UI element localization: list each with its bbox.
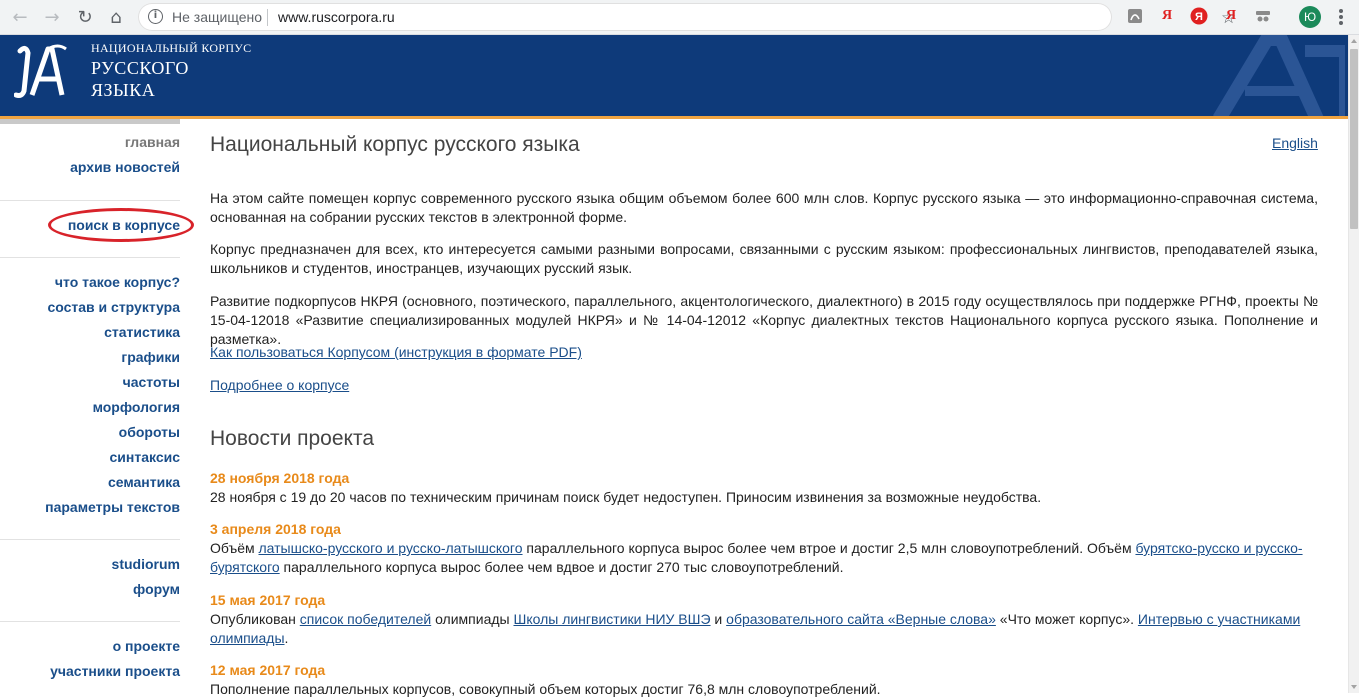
url-text[interactable]: www.ruscorpora.ru — [278, 9, 395, 25]
divider — [267, 9, 268, 26]
nav-phrases[interactable]: обороты — [119, 424, 180, 440]
nav-semantics[interactable]: семантика — [108, 474, 180, 490]
news-date: 15 мая 2017 года — [210, 592, 326, 608]
vernye-slova-link[interactable]: образовательного сайта «Верные слова» — [726, 611, 996, 627]
news-text-span: параллельного корпуса вырос более чем вт… — [522, 540, 1136, 556]
nav-syntax[interactable]: синтаксис — [110, 449, 181, 465]
logo-line-2: РУССКОГО — [91, 58, 189, 78]
page-title: Национальный корпус русского языка — [210, 133, 580, 156]
sidebar-divider — [0, 257, 180, 258]
sidebar-divider — [0, 539, 180, 540]
browser-toolbar: ← → ↻ ⌂ i Не защищено www.ruscorpora.ru … — [0, 0, 1359, 35]
info-icon[interactable]: i — [148, 9, 163, 24]
logo-watermark-icon — [1212, 35, 1345, 118]
highlight-circle — [48, 208, 194, 242]
news-text-span: олимпиады — [431, 611, 514, 627]
back-arrow-icon[interactable]: ← — [8, 5, 32, 29]
nav-about[interactable]: о проекте — [113, 638, 180, 654]
news-text: 28 ноября с 19 до 20 часов по технически… — [210, 489, 1042, 505]
page-scrollbar[interactable] — [1348, 35, 1359, 693]
nav-home[interactable]: главная — [125, 134, 180, 150]
nav-studiorum[interactable]: studiorum — [112, 556, 180, 572]
scroll-down-icon[interactable] — [1351, 685, 1357, 689]
reload-icon[interactable]: ↻ — [73, 5, 97, 29]
sidebar-divider — [0, 621, 180, 622]
yandex-icon[interactable]: Я — [1158, 7, 1176, 25]
profile-avatar[interactable]: Ю — [1299, 6, 1321, 28]
forward-arrow-icon[interactable]: → — [40, 5, 64, 29]
news-section-title: Новости проекта — [210, 427, 375, 450]
corpus-logo-icon[interactable] — [14, 41, 72, 101]
pdf-icon[interactable] — [1126, 7, 1144, 25]
news-text: Объём латышско-русского и русско-латышск… — [210, 539, 1318, 577]
nav-statistics[interactable]: статистика — [104, 324, 180, 340]
news-text-span: . — [284, 630, 289, 646]
header-accent-line — [0, 116, 1348, 119]
winners-list-link[interactable]: список победителей — [300, 611, 431, 627]
news-text: Пополнение параллельных корпусов, совоку… — [210, 681, 881, 697]
nav-text-parameters[interactable]: параметры текстов — [45, 499, 180, 515]
svg-text:Я: Я — [1195, 11, 1203, 23]
more-about-link[interactable]: Подробнее о корпусе — [210, 377, 349, 393]
incognito-icon[interactable] — [1254, 7, 1272, 25]
english-link[interactable]: English — [1272, 135, 1318, 151]
news-text-span: Опубликован — [210, 611, 300, 627]
nav-structure[interactable]: состав и структура — [47, 299, 180, 315]
scroll-thumb[interactable] — [1350, 49, 1358, 229]
yandex-browser-icon[interactable]: Я — [1190, 7, 1208, 25]
scroll-up-icon[interactable] — [1351, 39, 1357, 43]
news-text-span: «Что может корпус». — [995, 611, 1138, 627]
nav-morphology[interactable]: морфология — [93, 399, 180, 415]
hse-school-link[interactable]: Школы лингвистики НИУ ВШЭ — [513, 611, 710, 627]
logo-line-1: НАЦИОНАЛЬНЫЙ КОРПУС — [91, 41, 252, 55]
nav-graphs[interactable]: графики — [121, 349, 180, 365]
home-icon[interactable]: ⌂ — [104, 5, 128, 29]
intro-paragraph: На этом сайте помещен корпус современног… — [210, 190, 1318, 225]
nav-what-is-corpus[interactable]: что такое корпус? — [55, 274, 180, 290]
latvian-corpus-link[interactable]: латышско-русского и русско-латышского — [259, 540, 523, 556]
security-status[interactable]: Не защищено — [172, 9, 262, 25]
news-text-span: параллельного корпуса вырос более чем вд… — [279, 559, 844, 575]
nav-forum[interactable]: форум — [133, 581, 180, 597]
news-date: 12 мая 2017 года — [210, 662, 326, 678]
news-date: 28 ноября 2018 года — [210, 470, 350, 486]
funding-paragraph: Развитие подкорпусов НКРЯ (основного, по… — [210, 293, 1318, 347]
news-text-span: и — [710, 611, 727, 627]
sidebar-nav: главная архив новостей поиск в корпусе ч… — [0, 124, 194, 693]
address-bar[interactable]: i Не защищено www.ruscorpora.ru ☆ — [138, 3, 1236, 31]
news-text-span: Объём — [210, 540, 259, 556]
browser-menu-icon[interactable] — [1333, 6, 1349, 28]
sidebar-divider — [0, 200, 180, 201]
yandex-icon[interactable]: Я — [1222, 7, 1240, 25]
site-header: НАЦИОНАЛЬНЫЙ КОРПУС РУССКОГО ЯЗЫКА — [0, 35, 1348, 118]
nav-frequencies[interactable]: частоты — [123, 374, 180, 390]
pdf-instruction-link[interactable]: Как пользоваться Корпусом (инструкция в … — [210, 344, 582, 360]
nav-news-archive[interactable]: архив новостей — [70, 159, 180, 175]
audience-paragraph: Корпус предназначен для всех, кто интере… — [210, 241, 1318, 276]
logo-line-3: ЯЗЫКА — [91, 80, 156, 100]
news-text: Опубликован список победителей олимпиады… — [210, 610, 1318, 648]
nav-participants[interactable]: участники проекта — [50, 663, 180, 679]
news-date: 3 апреля 2018 года — [210, 521, 341, 537]
